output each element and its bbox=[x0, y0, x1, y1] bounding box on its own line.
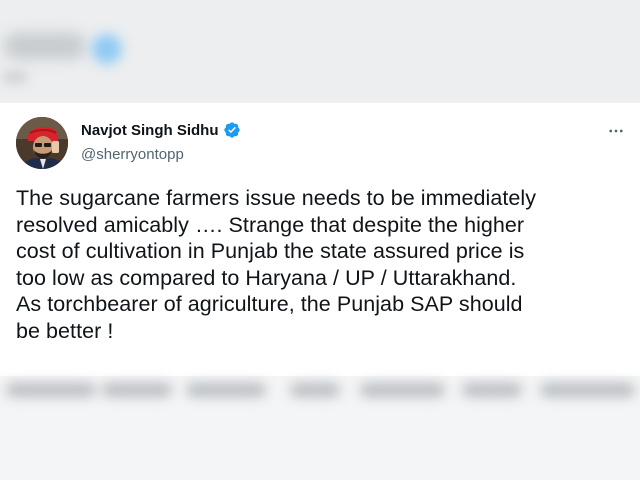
tweet-text: The sugarcane farmers issue needs to be … bbox=[16, 185, 626, 344]
tweet-text-line: be better ! bbox=[16, 318, 114, 343]
author-display-name[interactable]: Navjot Singh Sidhu bbox=[81, 122, 219, 139]
more-options-button[interactable] bbox=[606, 121, 626, 141]
author-handle[interactable]: @sherryontopp bbox=[81, 146, 184, 163]
blurred-name bbox=[4, 33, 86, 59]
author-name-row[interactable]: Navjot Singh Sidhu bbox=[81, 121, 241, 139]
tweet-text-line: cost of cultivation in Punjab the state … bbox=[16, 239, 525, 263]
tweet-text-line: resolved amicably …. Strange that despit… bbox=[16, 212, 525, 237]
blurred-previous-tweet bbox=[0, 0, 640, 102]
blurred-text-row bbox=[0, 380, 640, 400]
tweet-text-line: too low as compared to Haryana / UP / Ut… bbox=[16, 265, 517, 290]
tweet-text-line: As torchbearer of agriculture, the Punja… bbox=[16, 292, 523, 316]
tweet-card[interactable]: Navjot Singh Sidhu @sherryontopp The sug… bbox=[0, 102, 640, 377]
blurred-next-content bbox=[0, 376, 640, 480]
screenshot-page: Navjot Singh Sidhu @sherryontopp The sug… bbox=[0, 0, 640, 480]
more-horizontal-icon bbox=[609, 129, 623, 133]
verified-badge-icon bbox=[223, 121, 241, 139]
tweet-text-line: The sugarcane farmers issue needs to be … bbox=[16, 186, 536, 210]
avatar[interactable] bbox=[16, 117, 68, 169]
avatar-image bbox=[16, 117, 68, 169]
blurred-verified-badge bbox=[92, 34, 122, 64]
blurred-handle bbox=[2, 70, 28, 84]
